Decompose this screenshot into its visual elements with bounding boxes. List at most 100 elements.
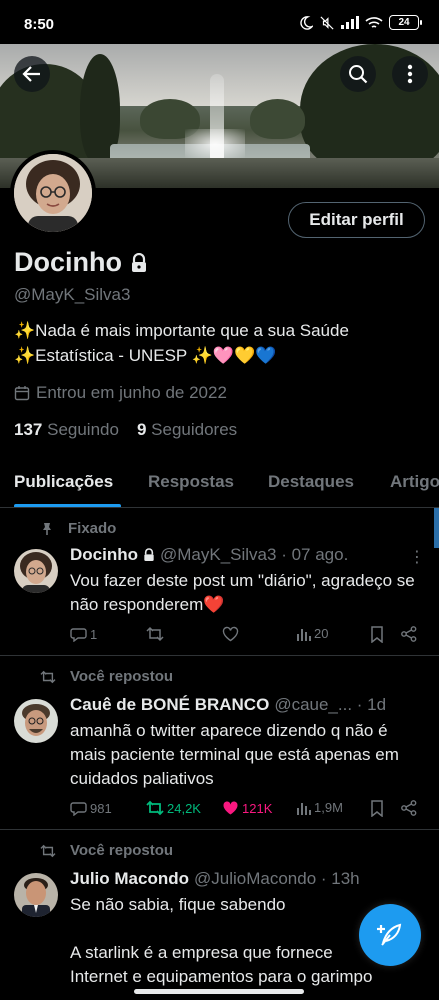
reply-icon xyxy=(70,802,87,816)
reply-count: 981 xyxy=(90,800,112,816)
tweet-header: Docinho @MayK_Silva3 · 07 ago. xyxy=(70,545,420,565)
like-button[interactable]: 121K xyxy=(222,800,272,816)
retweet-button[interactable]: 24,2K xyxy=(146,800,201,816)
status-bar: 8:50 24 xyxy=(0,0,439,44)
home-indicator[interactable] xyxy=(134,989,304,994)
banner-fountain-spray xyxy=(185,129,245,159)
joined-text: Entrou em junho de 2022 xyxy=(36,383,227,402)
tweet-more-icon[interactable]: ⋮ xyxy=(409,547,425,567)
compose-feather-icon xyxy=(377,923,402,946)
profile-handle: @MayK_Silva3 xyxy=(14,285,131,304)
tweet-context: Você repostou xyxy=(40,842,173,859)
following-count: 137 xyxy=(14,420,43,439)
tweet[interactable]: Você repostou Cauê de BONÉ BRANCO @caue_… xyxy=(0,657,439,830)
share-icon xyxy=(401,626,417,642)
more-vertical-icon xyxy=(407,64,413,84)
avatar-portrait xyxy=(14,699,58,743)
tweet-author-name[interactable]: Julio Macondo xyxy=(70,869,189,889)
like-button[interactable] xyxy=(222,626,242,642)
bio-line: ✨Estatística - UNESP ✨🩷💛💙 xyxy=(14,346,277,365)
wifi-icon xyxy=(365,16,383,28)
tweet-context: Você repostou xyxy=(40,668,173,685)
tab-publicacoes[interactable]: Publicações xyxy=(14,472,113,492)
share-icon xyxy=(401,800,417,816)
tweet-meta: @caue_... · 1d xyxy=(274,695,387,714)
profile-avatar[interactable] xyxy=(10,150,96,236)
tweet-text: Vou fazer deste post um "diário", agrade… xyxy=(70,571,415,614)
back-button[interactable] xyxy=(14,56,50,92)
bookmark-button[interactable] xyxy=(370,800,384,817)
tweet-author-name[interactable]: Docinho xyxy=(70,545,138,565)
retweet-button[interactable] xyxy=(146,626,167,642)
following-link[interactable]: 137 Seguindo xyxy=(14,420,119,440)
active-tab-indicator xyxy=(14,504,121,507)
avatar-portrait xyxy=(14,873,58,917)
tab-artigos[interactable]: Artigos xyxy=(390,472,439,492)
status-time: 8:50 xyxy=(24,16,55,33)
views-count: 20 xyxy=(314,626,329,641)
reply-icon xyxy=(70,628,87,642)
context-label: Fixado xyxy=(68,520,117,537)
banner-tree xyxy=(250,99,305,139)
like-count: 121K xyxy=(242,800,273,816)
tweet-author-name[interactable]: Cauê de BONÉ BRANCO xyxy=(70,695,269,715)
tweet-avatar[interactable] xyxy=(14,699,58,743)
reply-button[interactable]: 981 xyxy=(70,800,112,816)
avatar-portrait xyxy=(14,154,92,232)
tweet-meta: @MayK_Silva3 · 07 ago. xyxy=(160,545,349,564)
followers-count: 9 xyxy=(136,420,147,439)
profile-name: Docinho xyxy=(14,247,148,278)
moon-icon xyxy=(300,15,313,30)
followers-link[interactable]: 9 Seguidores xyxy=(137,420,237,440)
views-button[interactable]: 20 xyxy=(296,626,328,641)
tab-respostas[interactable]: Respostas xyxy=(148,472,234,492)
pin-icon xyxy=(43,522,51,535)
tweet-actions: 981 24,2K 121K 1,9M xyxy=(70,800,425,820)
mute-icon xyxy=(320,15,334,30)
bookmark-button[interactable] xyxy=(370,626,384,643)
edit-profile-button[interactable]: Editar perfil xyxy=(288,202,425,238)
bookmark-icon xyxy=(371,800,383,817)
share-button[interactable] xyxy=(401,800,417,816)
retweet-icon xyxy=(40,844,56,857)
follow-stats: 137 Seguindo 9 Seguidores xyxy=(14,420,237,440)
views-button[interactable]: 1,9M xyxy=(296,800,343,815)
avatar-portrait xyxy=(14,549,58,593)
reply-count: 1 xyxy=(90,626,98,642)
compose-button[interactable] xyxy=(359,904,421,966)
following-label: Seguindo xyxy=(47,420,119,439)
tweet-header: Julio Macondo @JulioMacondo · 13h xyxy=(70,869,420,889)
views-chart-icon xyxy=(297,802,311,815)
lock-icon xyxy=(132,252,146,272)
profile-name-text: Docinho xyxy=(14,247,122,277)
tweet[interactable]: Fixado Docinho @MayK_Silva3 · 07 ago. ⋮ … xyxy=(0,509,439,656)
retweet-icon xyxy=(40,670,56,683)
tweet-avatar[interactable] xyxy=(14,873,58,917)
views-count: 1,9M xyxy=(314,800,343,815)
search-icon xyxy=(349,65,368,84)
status-icons: 24 xyxy=(299,15,422,30)
tweet-context: Fixado xyxy=(40,520,116,537)
context-label: Você repostou xyxy=(70,668,174,685)
lock-icon xyxy=(144,548,154,561)
search-button[interactable] xyxy=(340,56,376,92)
calendar-icon xyxy=(14,386,30,401)
profile-bio: ✨Nada é mais importante que a sua Saúde … xyxy=(14,318,429,368)
heart-icon xyxy=(222,626,239,642)
retweet-icon xyxy=(146,800,164,816)
signal-icon xyxy=(341,16,359,29)
reply-button[interactable]: 1 xyxy=(70,626,97,642)
context-label: Você repostou xyxy=(70,842,174,859)
tab-destaques[interactable]: Destaques xyxy=(268,472,354,492)
profile-tabs: Publicações Respostas Destaques Artigos xyxy=(0,458,439,508)
share-button[interactable] xyxy=(401,626,417,642)
tweet-header: Cauê de BONÉ BRANCO @caue_... · 1d xyxy=(70,695,420,715)
tweet-avatar[interactable] xyxy=(14,549,58,593)
joined-date: Entrou em junho de 2022 xyxy=(14,383,227,403)
back-arrow-icon xyxy=(22,66,40,82)
tweet-text: amanhã o twitter aparece dizendo q não é… xyxy=(70,721,399,788)
retweet-count: 24,2K xyxy=(167,800,201,816)
battery-icon: 24 xyxy=(389,15,422,30)
more-options-button[interactable] xyxy=(392,56,428,92)
tweet-meta: @JulioMacondo · 13h xyxy=(194,869,360,888)
